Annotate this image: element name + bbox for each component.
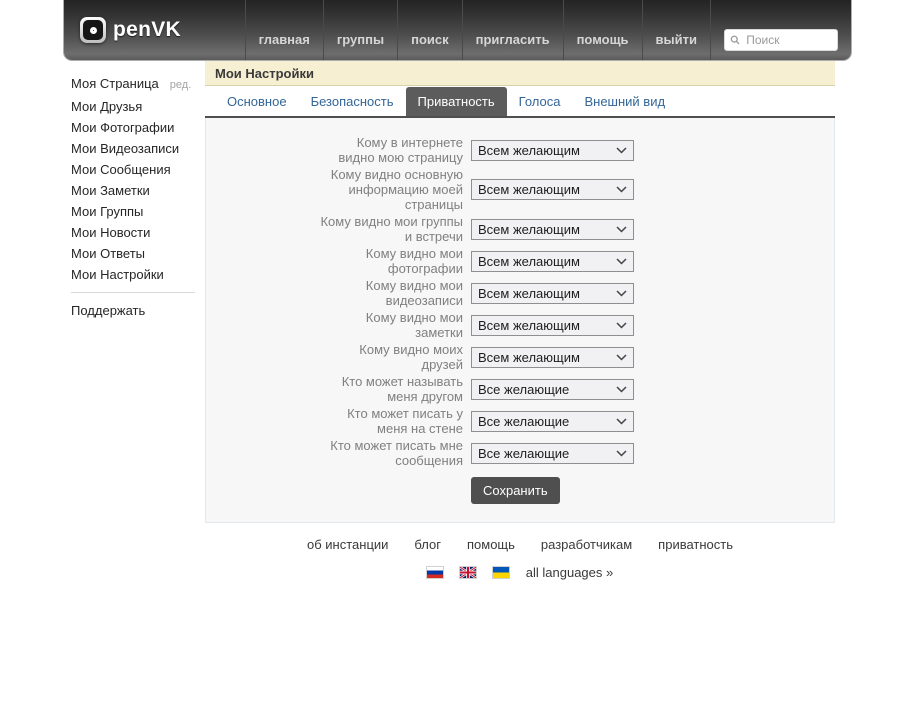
- sidebar-item-my-groups[interactable]: Мои Группы: [71, 205, 205, 218]
- chevron-down-icon: [616, 418, 627, 425]
- videos-visibility-select[interactable]: Всем желающим: [471, 283, 634, 304]
- tab-appearance[interactable]: Внешний вид: [572, 87, 677, 116]
- chevron-down-icon: [616, 322, 627, 329]
- ukraine-flag-icon[interactable]: [493, 567, 509, 578]
- messages-select[interactable]: Все желающие: [471, 443, 634, 464]
- footer-links: об инстанции блог помощь разработчикам п…: [205, 537, 835, 552]
- russia-flag-icon[interactable]: [427, 567, 443, 578]
- form-row: Кому в интернете видно мою страницу Всем…: [206, 135, 834, 165]
- form-row: Кто может писать мне сообщения Все желаю…: [206, 438, 834, 468]
- openvk-logo[interactable]: penVK: [64, 0, 245, 60]
- chevron-down-icon: [616, 450, 627, 457]
- form-row: Кому видно мои заметки Всем желающим: [206, 310, 834, 340]
- save-button[interactable]: Сохранить: [471, 477, 560, 504]
- sidebar-divider: [71, 292, 195, 293]
- nav-item-main[interactable]: главная: [245, 0, 323, 60]
- chevron-down-icon: [616, 147, 627, 154]
- sidebar-item-my-news[interactable]: Мои Новости: [71, 226, 205, 239]
- chevron-down-icon: [616, 226, 627, 233]
- field-label: Кто может писать мне сообщения: [206, 438, 463, 468]
- page-title: Мои Настройки: [205, 61, 835, 86]
- wall-post-select[interactable]: Все желающие: [471, 411, 634, 432]
- form-row: Кому видно моих друзей Всем желающим: [206, 342, 834, 372]
- sidebar-item-my-friends[interactable]: Мои Друзья: [71, 100, 205, 113]
- privacy-form: Кому в интернете видно мою страницу Всем…: [205, 118, 835, 523]
- groups-visibility-select[interactable]: Всем желающим: [471, 219, 634, 240]
- sidebar-item-my-messages[interactable]: Мои Сообщения: [71, 163, 205, 176]
- sidebar-item-my-photos[interactable]: Мои Фотографии: [71, 121, 205, 134]
- form-row: Кому видно мои фотографии Всем желающим: [206, 246, 834, 276]
- sidebar-item-donate[interactable]: Поддержать: [71, 304, 205, 317]
- nav-item-help[interactable]: помощь: [563, 0, 642, 60]
- form-row: Кому видно мои группы и встречи Всем жел…: [206, 214, 834, 244]
- field-label: Кому видно мои фотографии: [206, 246, 463, 276]
- search-input[interactable]: [744, 32, 832, 48]
- tab-security[interactable]: Безопасность: [299, 87, 406, 116]
- page-visibility-select[interactable]: Всем желающим: [471, 140, 634, 161]
- photos-visibility-select[interactable]: Всем желающим: [471, 251, 634, 272]
- settings-tabs: Основное Безопасность Приватность Голоса…: [205, 86, 835, 118]
- header-nav: главная группы поиск пригласить помощь в…: [245, 0, 851, 60]
- form-row: Кому видно мои видеозаписи Всем желающим: [206, 278, 834, 308]
- form-row: Кто может писать у меня на стене Все жел…: [206, 406, 834, 436]
- search-icon: [730, 34, 740, 46]
- notes-visibility-select[interactable]: Всем желающим: [471, 315, 634, 336]
- nav-item-logout[interactable]: выйти: [642, 0, 710, 60]
- chevron-down-icon: [616, 386, 627, 393]
- header-search-area: [710, 0, 851, 60]
- field-label: Кому видно мои заметки: [206, 310, 463, 340]
- field-label: Кто может писать у меня на стене: [206, 406, 463, 436]
- openvk-logo-icon: [80, 17, 106, 43]
- tab-votes[interactable]: Голоса: [507, 87, 573, 116]
- footer-link-about-instance[interactable]: об инстанции: [307, 537, 388, 552]
- content-column: Мои Настройки Основное Безопасность Прив…: [205, 61, 835, 580]
- form-row: Кому видно основную информацию моей стра…: [206, 167, 834, 212]
- chevron-down-icon: [616, 258, 627, 265]
- all-languages-link[interactable]: all languages »: [526, 565, 613, 580]
- nav-item-groups[interactable]: группы: [323, 0, 397, 60]
- friend-add-select[interactable]: Все желающие: [471, 379, 634, 400]
- search-box: [724, 29, 838, 51]
- sidebar-item-my-answers[interactable]: Мои Ответы: [71, 247, 205, 260]
- nav-item-invite[interactable]: пригласить: [462, 0, 563, 60]
- chevron-down-icon: [616, 290, 627, 297]
- edit-page-link[interactable]: ред.: [170, 79, 191, 91]
- top-header: penVK главная группы поиск пригласить по…: [63, 0, 852, 61]
- sidebar-item-my-notes[interactable]: Мои Заметки: [71, 184, 205, 197]
- chevron-down-icon: [616, 186, 627, 193]
- field-label: Кому видно основную информацию моей стра…: [206, 167, 463, 212]
- basic-info-visibility-select[interactable]: Всем желающим: [471, 179, 634, 200]
- footer-link-help[interactable]: помощь: [467, 537, 515, 552]
- field-label: Кому видно мои группы и встречи: [206, 214, 463, 244]
- sidebar-item-my-page[interactable]: Моя Страницаред.: [71, 77, 205, 92]
- chevron-down-icon: [616, 354, 627, 361]
- footer-link-blog[interactable]: блог: [414, 537, 441, 552]
- sidebar-item-my-videos[interactable]: Мои Видеозаписи: [71, 142, 205, 155]
- page: penVK главная группы поиск пригласить по…: [0, 0, 917, 704]
- field-label: Кому в интернете видно мою страницу: [206, 135, 463, 165]
- field-label: Кому видно мои видеозаписи: [206, 278, 463, 308]
- footer: об инстанции блог помощь разработчикам п…: [205, 537, 835, 580]
- field-label: Кому видно моих друзей: [206, 342, 463, 372]
- friends-visibility-select[interactable]: Всем желающим: [471, 347, 634, 368]
- footer-link-developers[interactable]: разработчикам: [541, 537, 632, 552]
- uk-flag-icon[interactable]: [460, 567, 476, 578]
- footer-link-privacy[interactable]: приватность: [658, 537, 733, 552]
- save-row: Сохранить: [471, 477, 834, 504]
- footer-languages: all languages »: [205, 565, 835, 580]
- logo-text: penVK: [113, 18, 181, 42]
- site-container: penVK главная группы поиск пригласить по…: [63, 0, 852, 580]
- tab-general[interactable]: Основное: [215, 87, 299, 116]
- sidebar-item-my-settings[interactable]: Мои Настройки: [71, 268, 205, 281]
- form-row: Кто может называть меня другом Все желаю…: [206, 374, 834, 404]
- tab-privacy[interactable]: Приватность: [406, 87, 507, 116]
- nav-item-search[interactable]: поиск: [397, 0, 462, 60]
- sidebar: Моя Страницаред. Мои Друзья Мои Фотограф…: [63, 61, 205, 580]
- field-label: Кто может называть меня другом: [206, 374, 463, 404]
